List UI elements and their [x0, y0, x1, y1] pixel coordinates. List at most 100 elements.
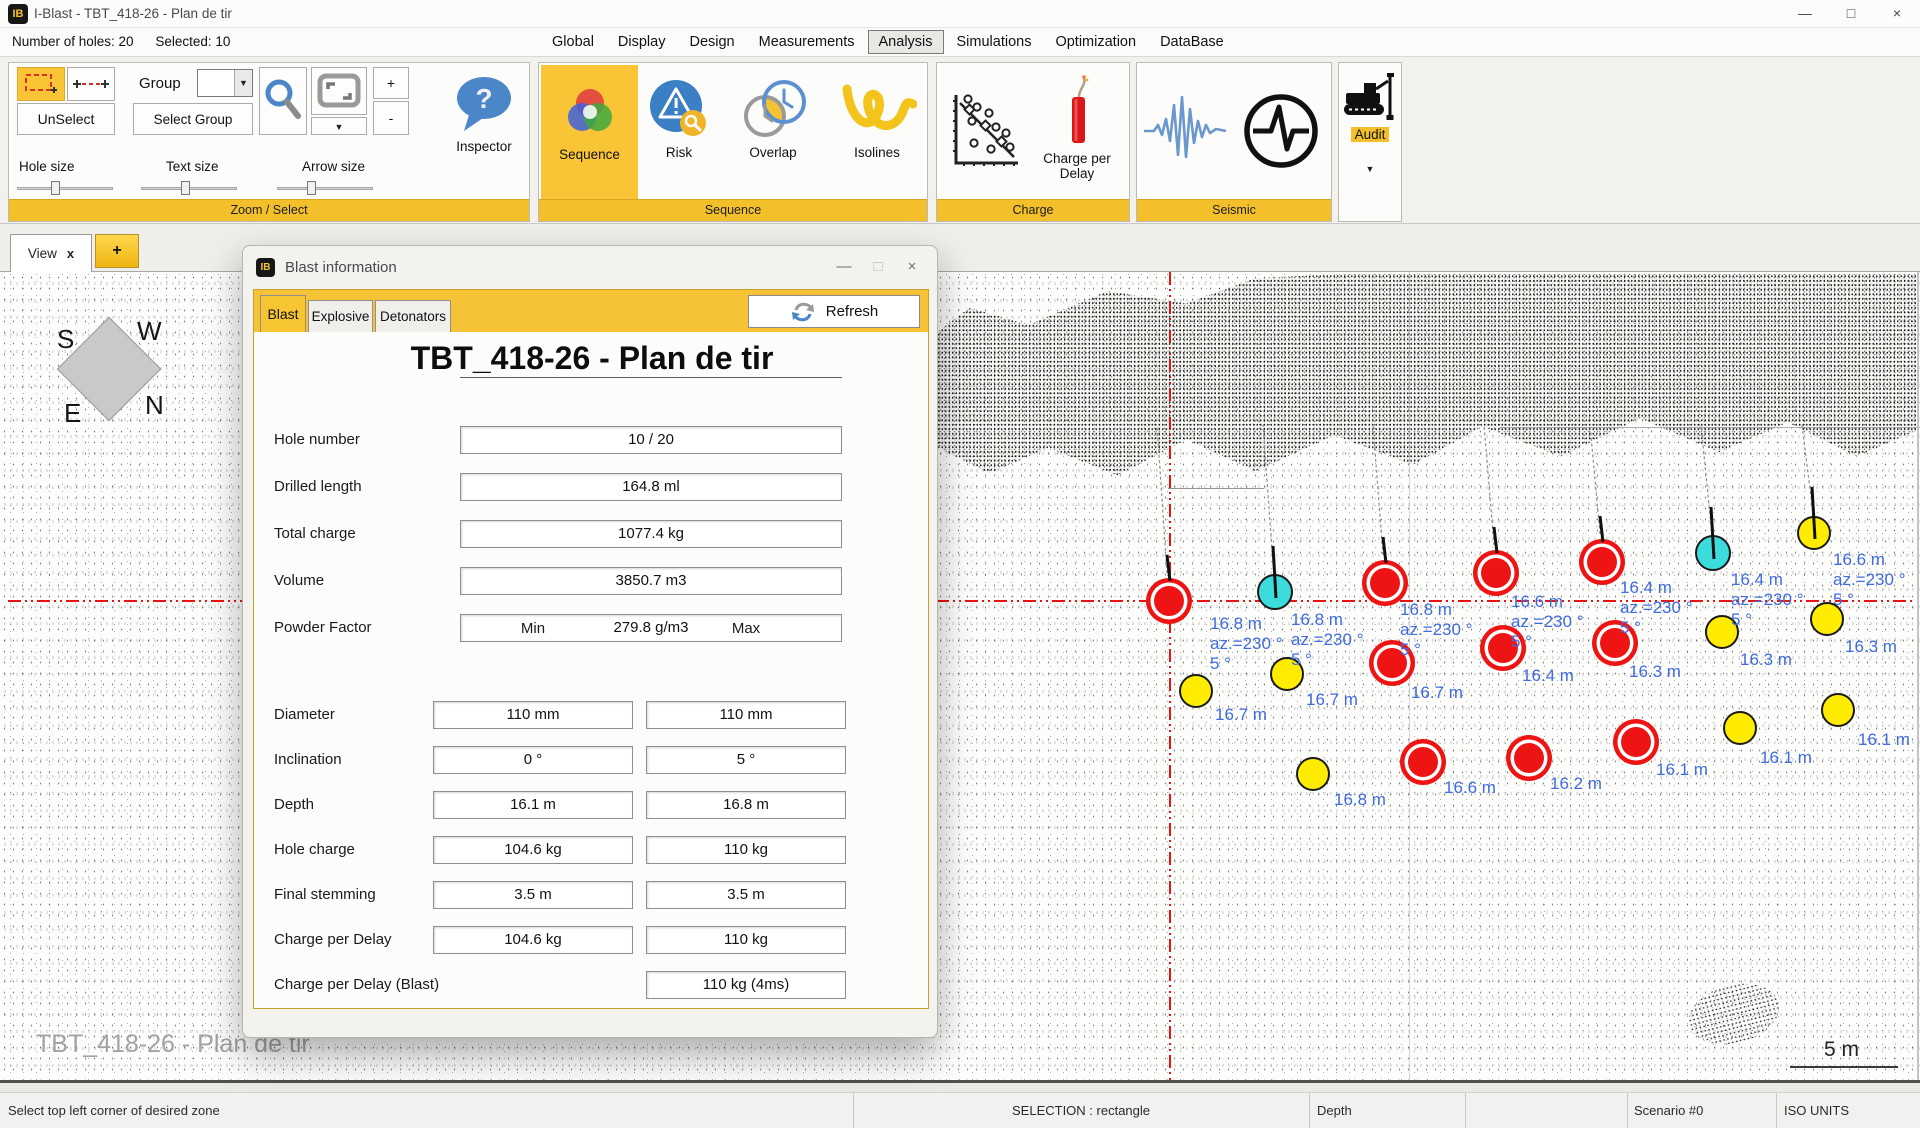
menu-row: Number of holes: 20 Selected: 10 GlobalD…: [0, 28, 1920, 57]
audit-button[interactable]: Audit ▼: [1340, 67, 1400, 197]
status-divider: [1309, 1093, 1310, 1128]
overlap-icon: [738, 79, 808, 141]
window-title: I-Blast - TBT_418-26 - Plan de tir: [34, 0, 232, 28]
hole-label: 16.1 m: [1760, 748, 1812, 768]
unselect-button[interactable]: UnSelect: [17, 103, 115, 135]
menu-item-display[interactable]: Display: [607, 30, 677, 54]
hole-label: 16.7 m: [1411, 683, 1463, 703]
hole-label: 16.6 maz.=230 °5 °: [1511, 592, 1584, 652]
hole-needle: [1383, 537, 1386, 563]
tab-blast[interactable]: Blast: [260, 295, 306, 332]
risk-label: Risk: [666, 145, 692, 160]
tab-explosive[interactable]: Explosive: [308, 300, 373, 332]
hole-label: 16.7 m: [1306, 690, 1358, 710]
fit-view-dropdown[interactable]: ▼: [311, 117, 367, 135]
hole-size-label: Hole size: [19, 159, 75, 174]
inspector-button[interactable]: ? Inspector: [441, 65, 527, 199]
view-scroll-strip[interactable]: [0, 1083, 1920, 1092]
menu-item-database[interactable]: DataBase: [1149, 30, 1235, 54]
dialog-close-icon[interactable]: ×: [895, 253, 929, 283]
tab-view[interactable]: View x: [10, 234, 92, 272]
charge-chart-button[interactable]: [939, 65, 1025, 199]
select-group-button[interactable]: Select Group: [133, 103, 253, 135]
menu-item-analysis[interactable]: Analysis: [868, 30, 944, 54]
risk-button[interactable]: Risk: [640, 65, 718, 199]
group-sequence: Sequence Risk Overlap: [538, 62, 928, 222]
arrow-size-slider[interactable]: [277, 181, 373, 195]
canvas-right-border: [1917, 272, 1919, 1080]
selection-rectangle-icon: [22, 71, 60, 97]
field-min-box: 16.1 m: [433, 791, 633, 819]
close-icon[interactable]: ×: [1874, 0, 1920, 28]
zoom-button[interactable]: [259, 67, 307, 135]
fit-view-button[interactable]: [311, 67, 367, 115]
group-caption-sequence: Sequence: [539, 199, 927, 221]
tab-detonators[interactable]: Detonators: [375, 300, 451, 332]
status-depth: Depth: [1317, 1093, 1352, 1128]
chevron-down-icon: ▼: [234, 70, 252, 96]
maximize-icon[interactable]: □: [1828, 0, 1874, 28]
hole-label: 16.1 m: [1656, 760, 1708, 780]
text-size-label: Text size: [166, 159, 219, 174]
hole-label: 16.4 maz.=230 °5 °: [1620, 578, 1693, 638]
risk-icon: [648, 79, 710, 141]
field-min-box: 0 °: [433, 746, 633, 774]
measure-button[interactable]: [67, 67, 115, 101]
audit-dropdown-icon[interactable]: ▼: [1366, 164, 1375, 174]
title-bar: IB I-Blast - TBT_418-26 - Plan de tir — …: [0, 0, 1920, 28]
audit-label: Audit: [1351, 127, 1390, 142]
group-zoom-select: UnSelect Group ▼ Select Group ▼ + - Hole…: [8, 62, 530, 222]
menu-item-simulations[interactable]: Simulations: [946, 30, 1043, 54]
status-message: Select top left corner of desired zone: [8, 1093, 220, 1128]
group-caption-seismic: Seismic: [1137, 199, 1331, 221]
dialog-minimize-icon[interactable]: —: [827, 253, 861, 283]
minimize-icon[interactable]: —: [1782, 0, 1828, 28]
rectangle-select-button[interactable]: [17, 67, 65, 101]
field-min-box: 110 mm: [433, 701, 633, 729]
zoom-out-button[interactable]: -: [373, 101, 409, 135]
isolines-label: Isolines: [854, 145, 900, 160]
holes-count: Number of holes: 20: [12, 34, 134, 49]
measure-icon: [71, 75, 111, 93]
seismograph-button[interactable]: [1235, 65, 1327, 199]
dialog-maximize-icon[interactable]: □: [861, 253, 895, 283]
dialog-logo-icon: IB: [256, 258, 275, 277]
hole-label: 16.3 m: [1845, 637, 1897, 657]
hole-label: 16.6 maz.=230 °5 °: [1833, 550, 1906, 610]
refresh-button[interactable]: Refresh: [748, 295, 920, 328]
overlap-button[interactable]: Overlap: [720, 65, 826, 199]
zoom-in-button[interactable]: +: [373, 67, 409, 99]
status-divider: [1465, 1093, 1466, 1128]
hole-label: 16.8 maz.=230 °5 °: [1210, 614, 1283, 674]
isolines-button[interactable]: Isolines: [828, 65, 926, 199]
arrow-size-label: Arrow size: [302, 159, 365, 174]
refresh-label: Refresh: [826, 303, 879, 320]
field-label: Charge per Delay: [274, 931, 392, 948]
menu-item-design[interactable]: Design: [678, 30, 745, 54]
hole-label: 16.3 m: [1740, 650, 1792, 670]
group-combobox[interactable]: ▼: [197, 69, 253, 97]
hole-label: 16.4 maz.=230 °5 °: [1731, 570, 1804, 630]
menu-item-optimization[interactable]: Optimization: [1044, 30, 1147, 54]
seismic-wave-button[interactable]: [1139, 65, 1233, 199]
charge-per-delay-button[interactable]: Charge per Delay: [1027, 65, 1127, 199]
refresh-icon: [790, 299, 816, 325]
field-max-box: 16.8 m: [646, 791, 846, 819]
inspector-icon: ?: [451, 73, 517, 135]
view-tab-close-icon[interactable]: x: [67, 246, 74, 261]
menu-item-global[interactable]: Global: [541, 30, 605, 54]
sequence-button[interactable]: Sequence: [541, 65, 638, 199]
field-label: Depth: [274, 796, 314, 813]
magnifier-icon: [262, 78, 304, 124]
menu-item-measurements[interactable]: Measurements: [748, 30, 866, 54]
status-scenario: Scenario #0: [1634, 1093, 1703, 1128]
dialog-title-bar[interactable]: IB Blast information — □ ×: [243, 246, 937, 289]
hole-size-slider[interactable]: [17, 181, 113, 195]
selected-count: Selected: 10: [155, 34, 230, 49]
text-size-slider[interactable]: [141, 181, 237, 195]
field-label: Inclination: [274, 751, 342, 768]
dialog-title: Blast information: [285, 246, 397, 289]
status-divider: [1627, 1093, 1628, 1128]
audit-icon: [1340, 71, 1400, 123]
add-view-tab-button[interactable]: +: [95, 234, 139, 268]
